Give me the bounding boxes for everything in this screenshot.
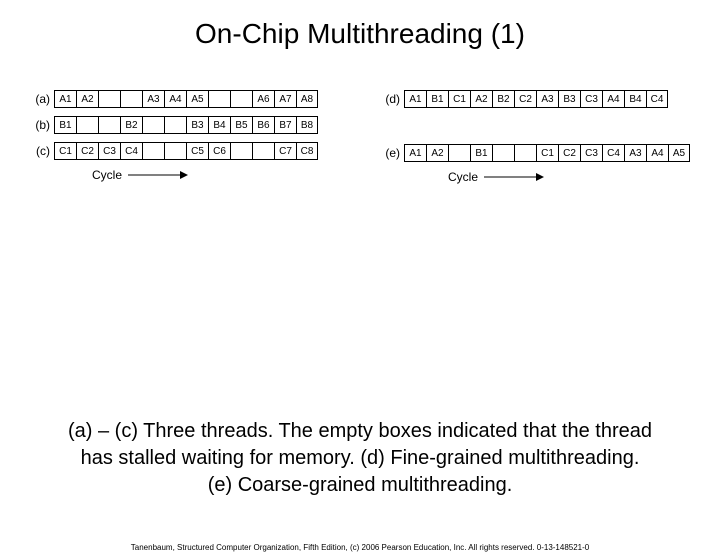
cell: C2 bbox=[514, 90, 536, 108]
cell: A4 bbox=[646, 144, 668, 162]
cell: A2 bbox=[76, 90, 98, 108]
cell: B3 bbox=[558, 90, 580, 108]
diagram-area: (a)A1A2A3A4A5A6A7A8(b)B1B2B3B4B5B6B7B8(c… bbox=[0, 90, 720, 270]
row-label: (d) bbox=[380, 92, 400, 106]
cell bbox=[230, 90, 252, 108]
cell: A7 bbox=[274, 90, 296, 108]
cell: C1 bbox=[448, 90, 470, 108]
cell: C6 bbox=[208, 142, 230, 160]
cell bbox=[142, 142, 164, 160]
cell: C3 bbox=[580, 90, 602, 108]
cell bbox=[514, 144, 536, 162]
row-label: (b) bbox=[30, 118, 50, 132]
cell-strip: A1B1C1A2B2C2A3B3C3A4B4C4 bbox=[404, 90, 668, 108]
cell bbox=[98, 90, 120, 108]
cell bbox=[164, 116, 186, 134]
cell: B5 bbox=[230, 116, 252, 134]
cell bbox=[252, 142, 274, 160]
cell: A2 bbox=[426, 144, 448, 162]
cell: C5 bbox=[186, 142, 208, 160]
cell bbox=[164, 142, 186, 160]
cell: B4 bbox=[208, 116, 230, 134]
cycle-label-row: Cycle bbox=[92, 168, 318, 182]
diagram-row: (c) C1C2C3C4 C5C6 C7C8 bbox=[30, 142, 318, 160]
cell: B3 bbox=[186, 116, 208, 134]
cell: A4 bbox=[602, 90, 624, 108]
cell: B4 bbox=[624, 90, 646, 108]
cell: A8 bbox=[296, 90, 318, 108]
arrow-icon bbox=[484, 172, 544, 182]
row-label: (c) bbox=[30, 144, 50, 158]
cell: C3 bbox=[98, 142, 120, 160]
cell: B2 bbox=[120, 116, 142, 134]
cell: B7 bbox=[274, 116, 296, 134]
cell: A2 bbox=[470, 90, 492, 108]
cell: B1 bbox=[54, 116, 76, 134]
diagram-right-column: (d)A1B1C1A2B2C2A3B3C3A4B4C4(e)A1A2B1C1C2… bbox=[380, 90, 690, 184]
row-label: (a) bbox=[30, 92, 50, 106]
cell bbox=[98, 116, 120, 134]
cell: A1 bbox=[54, 90, 76, 108]
cell: A3 bbox=[624, 144, 646, 162]
cell: B1 bbox=[470, 144, 492, 162]
cycle-label: Cycle bbox=[92, 168, 122, 182]
slide-title: On-Chip Multithreading (1) bbox=[0, 18, 720, 50]
cell: B8 bbox=[296, 116, 318, 134]
cell: B2 bbox=[492, 90, 514, 108]
caption: (a) – (c) Three threads. The empty boxes… bbox=[0, 418, 720, 499]
cell bbox=[142, 116, 164, 134]
diagram-row: (e) A1A2 B1 C1C2C3C4A3A4A5 bbox=[380, 144, 690, 162]
cell: C1 bbox=[54, 142, 76, 160]
cell: C2 bbox=[76, 142, 98, 160]
cell: A1 bbox=[404, 144, 426, 162]
cell: A3 bbox=[142, 90, 164, 108]
caption-line: has stalled waiting for memory. (d) Fine… bbox=[10, 445, 710, 472]
cell bbox=[76, 116, 98, 134]
cell: B1 bbox=[426, 90, 448, 108]
cell: C3 bbox=[580, 144, 602, 162]
cell bbox=[448, 144, 470, 162]
caption-line: (a) – (c) Three threads. The empty boxes… bbox=[10, 418, 710, 445]
cell: C7 bbox=[274, 142, 296, 160]
cell: A5 bbox=[668, 144, 690, 162]
cell-strip: A1A2 B1 C1C2C3C4A3A4A5 bbox=[404, 144, 690, 162]
arrow-icon bbox=[128, 170, 188, 180]
cell: A4 bbox=[164, 90, 186, 108]
cell: A3 bbox=[536, 90, 558, 108]
cell: C2 bbox=[558, 144, 580, 162]
cell bbox=[208, 90, 230, 108]
caption-line: (e) Coarse-grained multithreading. bbox=[10, 472, 710, 499]
cell-strip: C1C2C3C4 C5C6 C7C8 bbox=[54, 142, 318, 160]
diagram-left-column: (a) A1A2 A3A4A5 A6A7A8 (b) B1 B2 B3B4B5B6B7B8 (c… bbox=[30, 90, 318, 182]
row-label: (e) bbox=[380, 146, 400, 160]
cell-strip: B1 B2 B3B4B5B6B7B8 bbox=[54, 116, 318, 134]
cell: C8 bbox=[296, 142, 318, 160]
diagram-row: (b) B1 B2 B3B4B5B6B7B8 bbox=[30, 116, 318, 134]
cell: A6 bbox=[252, 90, 274, 108]
cell-strip: A1A2 A3A4A5 A6A7A8 bbox=[54, 90, 318, 108]
cell: C4 bbox=[602, 144, 624, 162]
cell bbox=[230, 142, 252, 160]
cycle-label-row: Cycle bbox=[448, 170, 690, 184]
footer-credit: Tanenbaum, Structured Computer Organizat… bbox=[0, 543, 720, 552]
cell: C4 bbox=[120, 142, 142, 160]
cell: A5 bbox=[186, 90, 208, 108]
cell: A1 bbox=[404, 90, 426, 108]
cell bbox=[492, 144, 514, 162]
cell bbox=[120, 90, 142, 108]
diagram-row: (a) A1A2 A3A4A5 A6A7A8 bbox=[30, 90, 318, 108]
cell: B6 bbox=[252, 116, 274, 134]
cell: C4 bbox=[646, 90, 668, 108]
diagram-row: (d) A1B1C1A2B2C2A3B3C3A4B4C4 bbox=[380, 90, 690, 108]
cycle-label: Cycle bbox=[448, 170, 478, 184]
cell: C1 bbox=[536, 144, 558, 162]
